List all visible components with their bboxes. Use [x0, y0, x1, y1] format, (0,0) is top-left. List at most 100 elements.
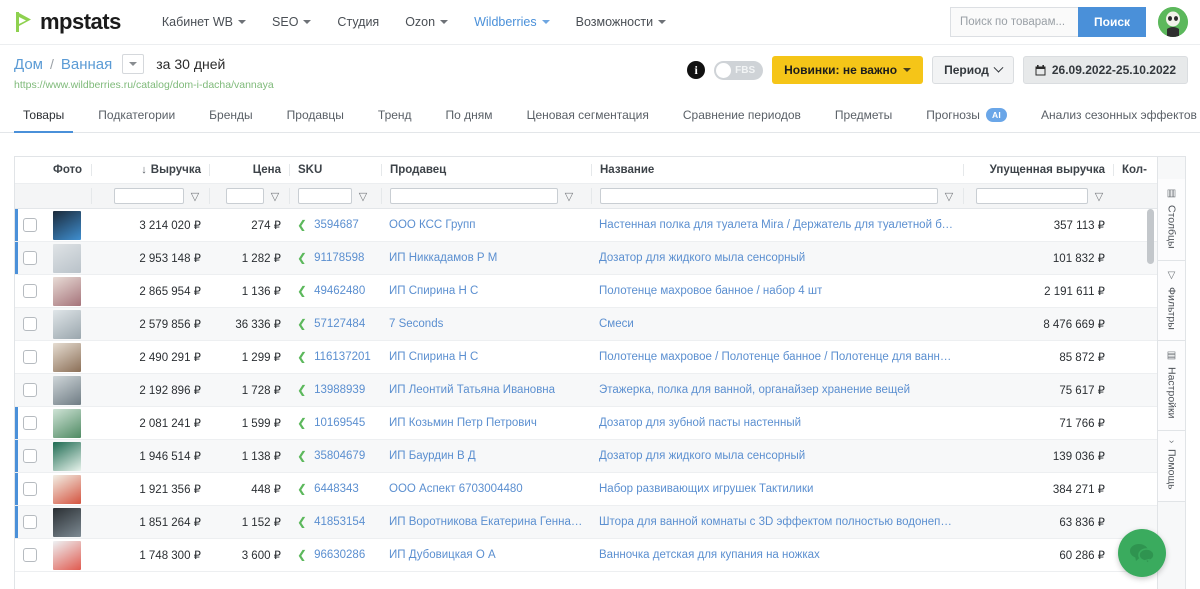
share-icon[interactable]: ❮ — [297, 252, 307, 264]
nav-item-seo[interactable]: SEO — [259, 9, 324, 35]
table-row[interactable]: 2 081 241 ₽ 1 599 ₽ ❮ 10169545 ИП Козьмин Пе… — [15, 407, 1157, 440]
product-thumbnail[interactable] — [53, 210, 81, 240]
seller-link[interactable]: ООО КСС Групп — [389, 219, 475, 231]
support-chat-button[interactable] — [1118, 529, 1166, 577]
product-thumbnail[interactable] — [53, 540, 81, 570]
share-icon[interactable]: ❮ — [297, 483, 307, 495]
filter-input-lost-revenue[interactable] — [976, 188, 1088, 204]
tab-tsenovaya-segmentatsiya[interactable]: Ценовая сегментация — [510, 97, 666, 132]
sku-link[interactable]: 91178598 — [314, 252, 364, 264]
product-name-link[interactable]: Набор развивающих игрушек Тактилики — [599, 483, 813, 495]
seller-link[interactable]: ИП Козьмин Петр Петрович — [389, 417, 537, 429]
date-range-button[interactable]: 26.09.2022-25.10.2022 — [1022, 56, 1188, 84]
share-icon[interactable]: ❮ — [297, 285, 307, 297]
column-header-lost-revenue[interactable]: Упущенная выручка — [963, 164, 1113, 176]
table-row[interactable]: 2 579 856 ₽ 36 336 ₽ ❮ 57127484 7 Seconds Сме… — [15, 308, 1157, 341]
nav-item-kabinet-wb[interactable]: Кабинет WB — [149, 9, 259, 35]
sku-link[interactable]: 116137201 — [314, 351, 371, 363]
sku-link[interactable]: 35804679 — [314, 450, 365, 462]
nav-item-wildberries[interactable]: Wildberries — [461, 9, 563, 35]
share-icon[interactable]: ❮ — [297, 417, 307, 429]
product-name-link[interactable]: Смеси — [599, 318, 634, 330]
sku-link[interactable]: 57127484 — [314, 318, 365, 330]
share-icon[interactable]: ❮ — [297, 516, 307, 528]
row-checkbox[interactable] — [23, 218, 37, 232]
table-row[interactable]: 1 748 300 ₽ 3 600 ₽ ❮ 96630286 ИП Дубовицкая… — [15, 539, 1157, 572]
sku-link[interactable]: 13988939 — [314, 384, 365, 396]
product-thumbnail[interactable] — [53, 441, 81, 471]
period-button[interactable]: Период — [932, 56, 1014, 84]
seller-link[interactable]: ИП Спирина Н С — [389, 285, 478, 297]
row-checkbox[interactable] — [23, 416, 37, 430]
product-thumbnail[interactable] — [53, 276, 81, 306]
tab-trend[interactable]: Тренд — [361, 97, 429, 132]
product-name-link[interactable]: Ванночка детская для купания на ножках — [599, 549, 820, 561]
column-header-revenue[interactable]: ↓ Выручка — [91, 164, 209, 176]
product-name-link[interactable]: Настенная полка для туалета Mira / Держа… — [599, 219, 955, 231]
sku-link[interactable]: 41853154 — [314, 516, 365, 528]
rail-button-help[interactable]: › Помощь — [1158, 430, 1185, 502]
breadcrumb-current[interactable]: Ванная — [61, 56, 112, 73]
filter-input-sku[interactable] — [298, 188, 352, 204]
table-row[interactable]: 2 865 954 ₽ 1 136 ₽ ❮ 49462480 ИП Спирина Н … — [15, 275, 1157, 308]
column-header-name[interactable]: Название — [591, 164, 963, 176]
row-checkbox[interactable] — [23, 548, 37, 562]
seller-link[interactable]: ООО Аспект 6703004480 — [389, 483, 523, 495]
sku-link[interactable]: 6448343 — [314, 483, 359, 495]
product-name-link[interactable]: Дозатор для зубной пасты настенный — [599, 417, 801, 429]
share-icon[interactable]: ❮ — [297, 318, 307, 330]
product-name-link[interactable]: Штора для ванной комнаты с 3D эффектом п… — [599, 516, 955, 528]
filter-icon[interactable]: ▽ — [357, 190, 369, 203]
table-row[interactable]: 3 214 020 ₽ 274 ₽ ❮ 3594687 ООО КСС Групп Нас… — [15, 209, 1157, 242]
fbs-toggle[interactable]: FBS — [714, 60, 764, 80]
search-button[interactable]: Поиск — [1077, 7, 1146, 37]
app-logo[interactable]: mpstats — [14, 9, 121, 35]
table-row[interactable]: 1 946 514 ₽ 1 138 ₽ ❮ 35804679 ИП Баурдин В … — [15, 440, 1157, 473]
product-thumbnail[interactable] — [53, 375, 81, 405]
filter-icon[interactable]: ▽ — [943, 190, 955, 203]
category-url[interactable]: https://www.wildberries.ru/catalog/dom-i… — [14, 79, 274, 91]
share-icon[interactable]: ❮ — [297, 351, 307, 363]
seller-link[interactable]: ИП Леонтий Татьяна Ивановна — [389, 384, 555, 396]
row-checkbox[interactable] — [23, 482, 37, 496]
filter-input-seller[interactable] — [390, 188, 558, 204]
filter-icon[interactable]: ▽ — [1093, 190, 1105, 203]
user-avatar[interactable] — [1158, 7, 1188, 37]
breadcrumb-root[interactable]: Дом — [14, 56, 43, 73]
share-icon[interactable]: ❮ — [297, 549, 307, 561]
tab-tovary[interactable]: Товары — [6, 97, 81, 133]
table-row[interactable]: 2 953 148 ₽ 1 282 ₽ ❮ 91178598 ИП Никкадамов… — [15, 242, 1157, 275]
tab-prognozy[interactable]: Прогнозы AI — [909, 97, 1024, 132]
table-row[interactable]: 2 192 896 ₽ 1 728 ₽ ❮ 13988939 ИП Леонтий Та… — [15, 374, 1157, 407]
tab-predmety[interactable]: Предметы — [818, 97, 909, 132]
novelty-filter-button[interactable]: Новинки: не важно — [772, 56, 924, 84]
filter-input-revenue[interactable] — [114, 188, 184, 204]
row-checkbox[interactable] — [23, 317, 37, 331]
product-name-link[interactable]: Полотенце махровое банное / набор 4 шт — [599, 285, 822, 297]
rail-button-columns[interactable]: ▥ Столбцы — [1158, 179, 1185, 261]
share-icon[interactable]: ❮ — [297, 384, 307, 396]
breadcrumb-dropdown-button[interactable] — [122, 54, 145, 74]
product-thumbnail[interactable] — [53, 474, 81, 504]
column-header-price[interactable]: Цена — [209, 164, 289, 176]
column-header-count[interactable]: Кол- — [1113, 164, 1157, 176]
seller-link[interactable]: ИП Никкадамов Р М — [389, 252, 497, 264]
column-header-photo[interactable]: Фото — [45, 164, 91, 176]
product-thumbnail[interactable] — [53, 309, 81, 339]
seller-link[interactable]: ИП Дубовицкая О А — [389, 549, 496, 561]
info-icon[interactable]: i — [687, 61, 706, 79]
product-name-link[interactable]: Этажерка, полка для ванной, органайзер х… — [599, 384, 910, 396]
seller-link[interactable]: ИП Баурдин В Д — [389, 450, 476, 462]
row-checkbox[interactable] — [23, 284, 37, 298]
row-checkbox[interactable] — [23, 383, 37, 397]
product-thumbnail[interactable] — [53, 408, 81, 438]
tab-analiz-sezonnyh-effektov[interactable]: Анализ сезонных эффектов AI — [1024, 97, 1200, 132]
column-header-sku[interactable]: SKU — [289, 164, 381, 176]
nav-item-ozon[interactable]: Ozon — [392, 9, 461, 35]
sku-link[interactable]: 3594687 — [314, 219, 359, 231]
share-icon[interactable]: ❮ — [297, 219, 307, 231]
row-checkbox[interactable] — [23, 449, 37, 463]
sku-link[interactable]: 96630286 — [314, 549, 365, 561]
share-icon[interactable]: ❮ — [297, 450, 307, 462]
product-name-link[interactable]: Дозатор для жидкого мыла сенсорный — [599, 252, 805, 264]
